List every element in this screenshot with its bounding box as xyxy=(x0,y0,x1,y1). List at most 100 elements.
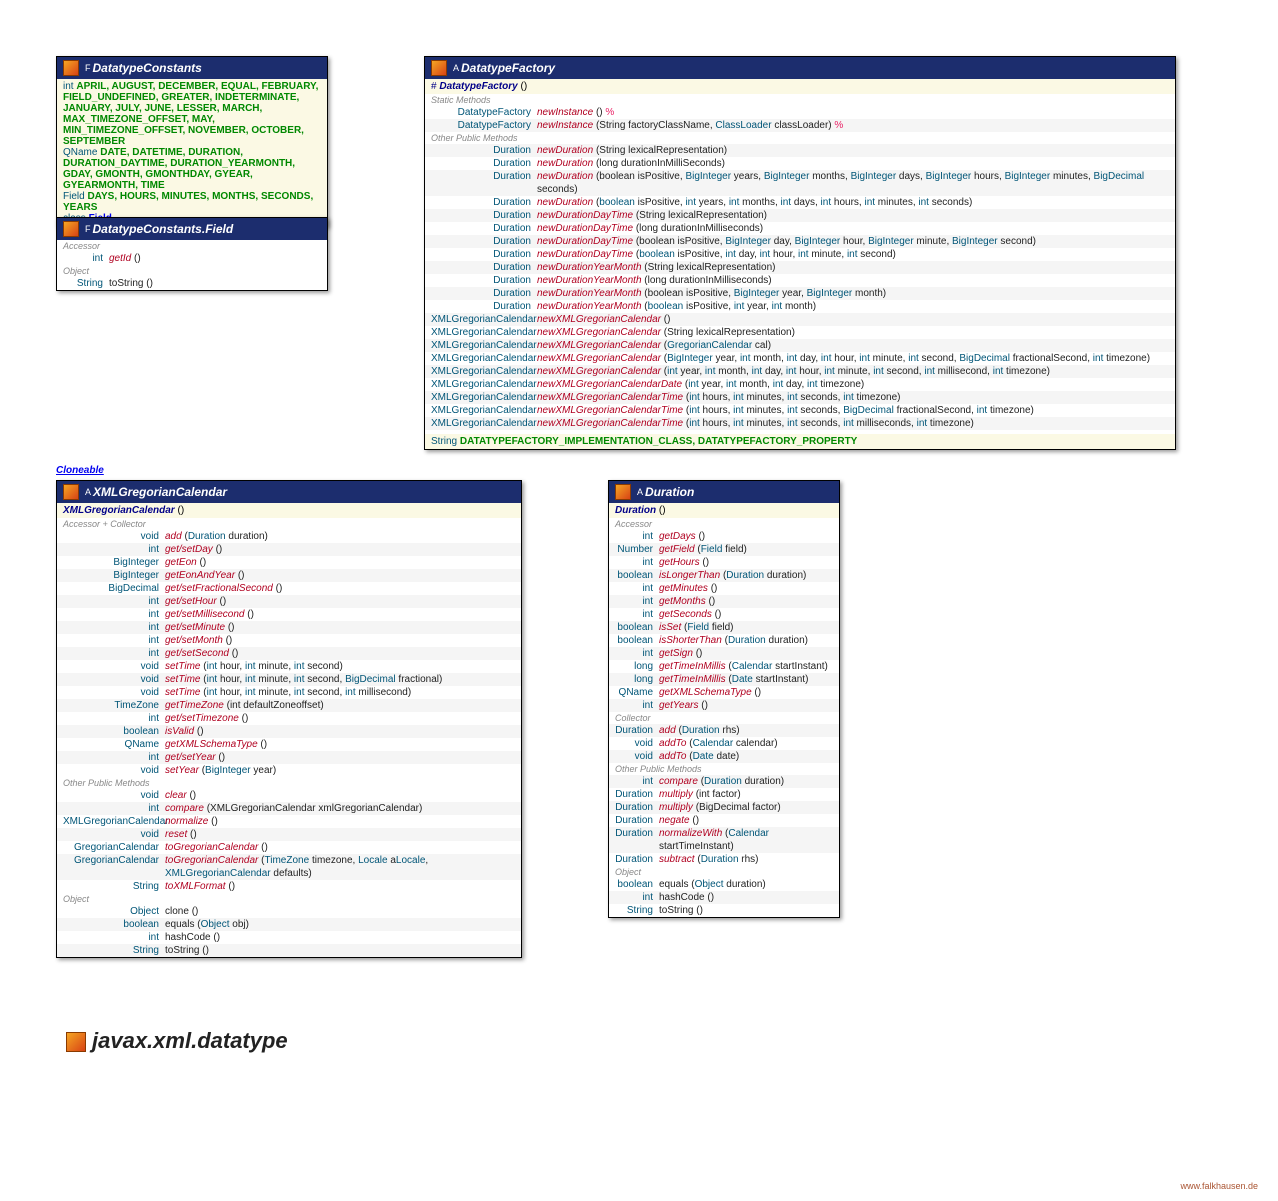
class-icon xyxy=(615,484,631,500)
method-row: voidsetYear (BigInteger year) xyxy=(57,764,521,777)
string-constants: DATATYPEFACTORY_IMPLEMENTATION_CLASS, DA… xyxy=(460,436,857,447)
method-row: Objectclone () xyxy=(57,905,521,918)
method-row: DurationnewDurationDayTime (boolean isPo… xyxy=(425,235,1175,248)
section-label: Accessor xyxy=(609,518,839,530)
method-row: Durationmultiply (BigDecimal factor) xyxy=(609,801,839,814)
method-row: DurationnormalizeWith (Calendar startTim… xyxy=(609,827,839,853)
method-row: BigIntegergetEonAndYear () xyxy=(57,569,521,582)
method-row: XMLGregorianCalendarnewXMLGregorianCalen… xyxy=(425,378,1175,391)
credit-link[interactable]: www.falkhausen.de xyxy=(1180,1181,1258,1191)
method-row: voidadd (Duration duration) xyxy=(57,530,521,543)
class-icon xyxy=(431,60,447,76)
class-header: FDatatypeConstants.Field xyxy=(57,218,327,240)
method-row: booleanisValid () xyxy=(57,725,521,738)
canvas: FDatatypeConstants int APRIL, AUGUST, DE… xyxy=(0,0,1278,1201)
constructor-band: # DatatypeFactory () xyxy=(425,79,1175,94)
package-name: javax.xml.datatype xyxy=(66,1028,288,1054)
method-row: booleanequals (Object duration) xyxy=(609,878,839,891)
method-row: DatatypeFactorynewInstance () % xyxy=(425,106,1175,119)
class-duration: ADuration Duration () AccessorintgetDays… xyxy=(608,480,840,918)
method-row: longgetTimeInMillis (Date startInstant) xyxy=(609,673,839,686)
method-row: Durationadd (Duration rhs) xyxy=(609,724,839,737)
method-row: XMLGregorianCalendarnewXMLGregorianCalen… xyxy=(425,417,1175,430)
method-row: intgetHours () xyxy=(609,556,839,569)
int-constants: APRIL, AUGUST, DECEMBER, EQUAL, FEBRUARY… xyxy=(63,81,318,147)
class-icon xyxy=(63,60,79,76)
constants-band: String DATATYPEFACTORY_IMPLEMENTATION_CL… xyxy=(425,434,1175,449)
cloneable-link[interactable]: Cloneable xyxy=(56,465,104,476)
class-title: DatatypeConstants xyxy=(93,61,202,75)
method-row: intget/setMinute () xyxy=(57,621,521,634)
method-row: booleanequals (Object obj) xyxy=(57,918,521,931)
method-row: intgetMonths () xyxy=(609,595,839,608)
method-row: intgetYears () xyxy=(609,699,839,712)
section-label: Other Public Methods xyxy=(57,777,521,789)
method-row: DurationnewDurationDayTime (boolean isPo… xyxy=(425,248,1175,261)
method-row: Durationsubtract (Duration rhs) xyxy=(609,853,839,866)
method-row: voidsetTime (int hour, int minute, int s… xyxy=(57,660,521,673)
method-row: QNamegetXMLSchemaType () xyxy=(57,738,521,751)
method-row: DurationnewDuration (String lexicalRepre… xyxy=(425,144,1175,157)
method-row: DurationnewDuration (long durationInMill… xyxy=(425,157,1175,170)
method-row: Durationnegate () xyxy=(609,814,839,827)
method-row: DurationnewDurationYearMonth (boolean is… xyxy=(425,287,1175,300)
method-row: intget/setDay () xyxy=(57,543,521,556)
method-row: Durationmultiply (int factor) xyxy=(609,788,839,801)
section-label: Object xyxy=(57,893,521,905)
constructor: XMLGregorianCalendar xyxy=(63,505,175,516)
method-row: longgetTimeInMillis (Calendar startInsta… xyxy=(609,660,839,673)
method-row: intget/setTimezone () xyxy=(57,712,521,725)
method-row: intget/setHour () xyxy=(57,595,521,608)
method-row: DurationnewDurationDayTime (String lexic… xyxy=(425,209,1175,222)
method-row: voidsetTime (int hour, int minute, int s… xyxy=(57,673,521,686)
method-row: BigIntegergetEon () xyxy=(57,556,521,569)
method-row: TimeZonegetTimeZone (int defaultZoneoffs… xyxy=(57,699,521,712)
method-row: booleanisShorterThan (Duration duration) xyxy=(609,634,839,647)
method-row: DurationnewDurationDayTime (long duratio… xyxy=(425,222,1175,235)
method-row: intgetId () xyxy=(57,252,327,265)
class-datatypefactory: ADatatypeFactory # DatatypeFactory () St… xyxy=(424,56,1176,450)
class-header: ADuration xyxy=(609,481,839,503)
method-row: intcompare (XMLGregorianCalendar xmlGreg… xyxy=(57,802,521,815)
method-row: DurationnewDurationYearMonth (String lex… xyxy=(425,261,1175,274)
method-row: StringtoString () xyxy=(57,944,521,957)
method-row: DurationnewDuration (boolean isPositive,… xyxy=(425,196,1175,209)
constants-band: int APRIL, AUGUST, DECEMBER, EQUAL, FEBR… xyxy=(57,79,327,226)
method-row: NumbergetField (Field field) xyxy=(609,543,839,556)
method-row: booleanisLongerThan (Duration duration) xyxy=(609,569,839,582)
method-row: DurationnewDurationYearMonth (boolean is… xyxy=(425,300,1175,313)
method-row: intgetDays () xyxy=(609,530,839,543)
class-icon xyxy=(63,484,79,500)
method-row: XMLGregorianCalendarnewXMLGregorianCalen… xyxy=(425,404,1175,417)
method-row: XMLGregorianCalendarnewXMLGregorianCalen… xyxy=(425,339,1175,352)
method-row: intget/setMillisecond () xyxy=(57,608,521,621)
class-header: FDatatypeConstants xyxy=(57,57,327,79)
class-datatypeconstants: FDatatypeConstants int APRIL, AUGUST, DE… xyxy=(56,56,328,227)
method-row: DatatypeFactorynewInstance (String facto… xyxy=(425,119,1175,132)
class-header: ADatatypeFactory xyxy=(425,57,1175,79)
field-constants: DAYS, HOURS, MINUTES, MONTHS, SECONDS, Y… xyxy=(63,191,313,213)
method-row: StringtoString () xyxy=(57,277,327,290)
method-row: voidaddTo (Date date) xyxy=(609,750,839,763)
class-title: Duration xyxy=(645,485,694,499)
section-label: Collector xyxy=(609,712,839,724)
method-row: intget/setYear () xyxy=(57,751,521,764)
method-row: inthashCode () xyxy=(57,931,521,944)
method-row: XMLGregorianCalendarnewXMLGregorianCalen… xyxy=(425,313,1175,326)
method-row: intgetSign () xyxy=(609,647,839,660)
constructor: Duration xyxy=(615,505,656,516)
method-row: BigDecimalget/setFractionalSecond () xyxy=(57,582,521,595)
method-row: intcompare (Duration duration) xyxy=(609,775,839,788)
method-row: QNamegetXMLSchemaType () xyxy=(609,686,839,699)
constructor-band: XMLGregorianCalendar () xyxy=(57,503,521,518)
class-icon xyxy=(63,221,79,237)
section-label: Object xyxy=(609,866,839,878)
class-title: DatatypeFactory xyxy=(461,61,555,75)
method-row: DurationnewDurationYearMonth (long durat… xyxy=(425,274,1175,287)
method-row: voidreset () xyxy=(57,828,521,841)
method-row: GregorianCalendartoGregorianCalendar () xyxy=(57,841,521,854)
section-label: Accessor + Collector xyxy=(57,518,521,530)
class-datatypeconstants-field: FDatatypeConstants.Field AccessorintgetI… xyxy=(56,217,328,291)
method-row: XMLGregorianCalendarnewXMLGregorianCalen… xyxy=(425,365,1175,378)
method-row: StringtoXMLFormat () xyxy=(57,880,521,893)
